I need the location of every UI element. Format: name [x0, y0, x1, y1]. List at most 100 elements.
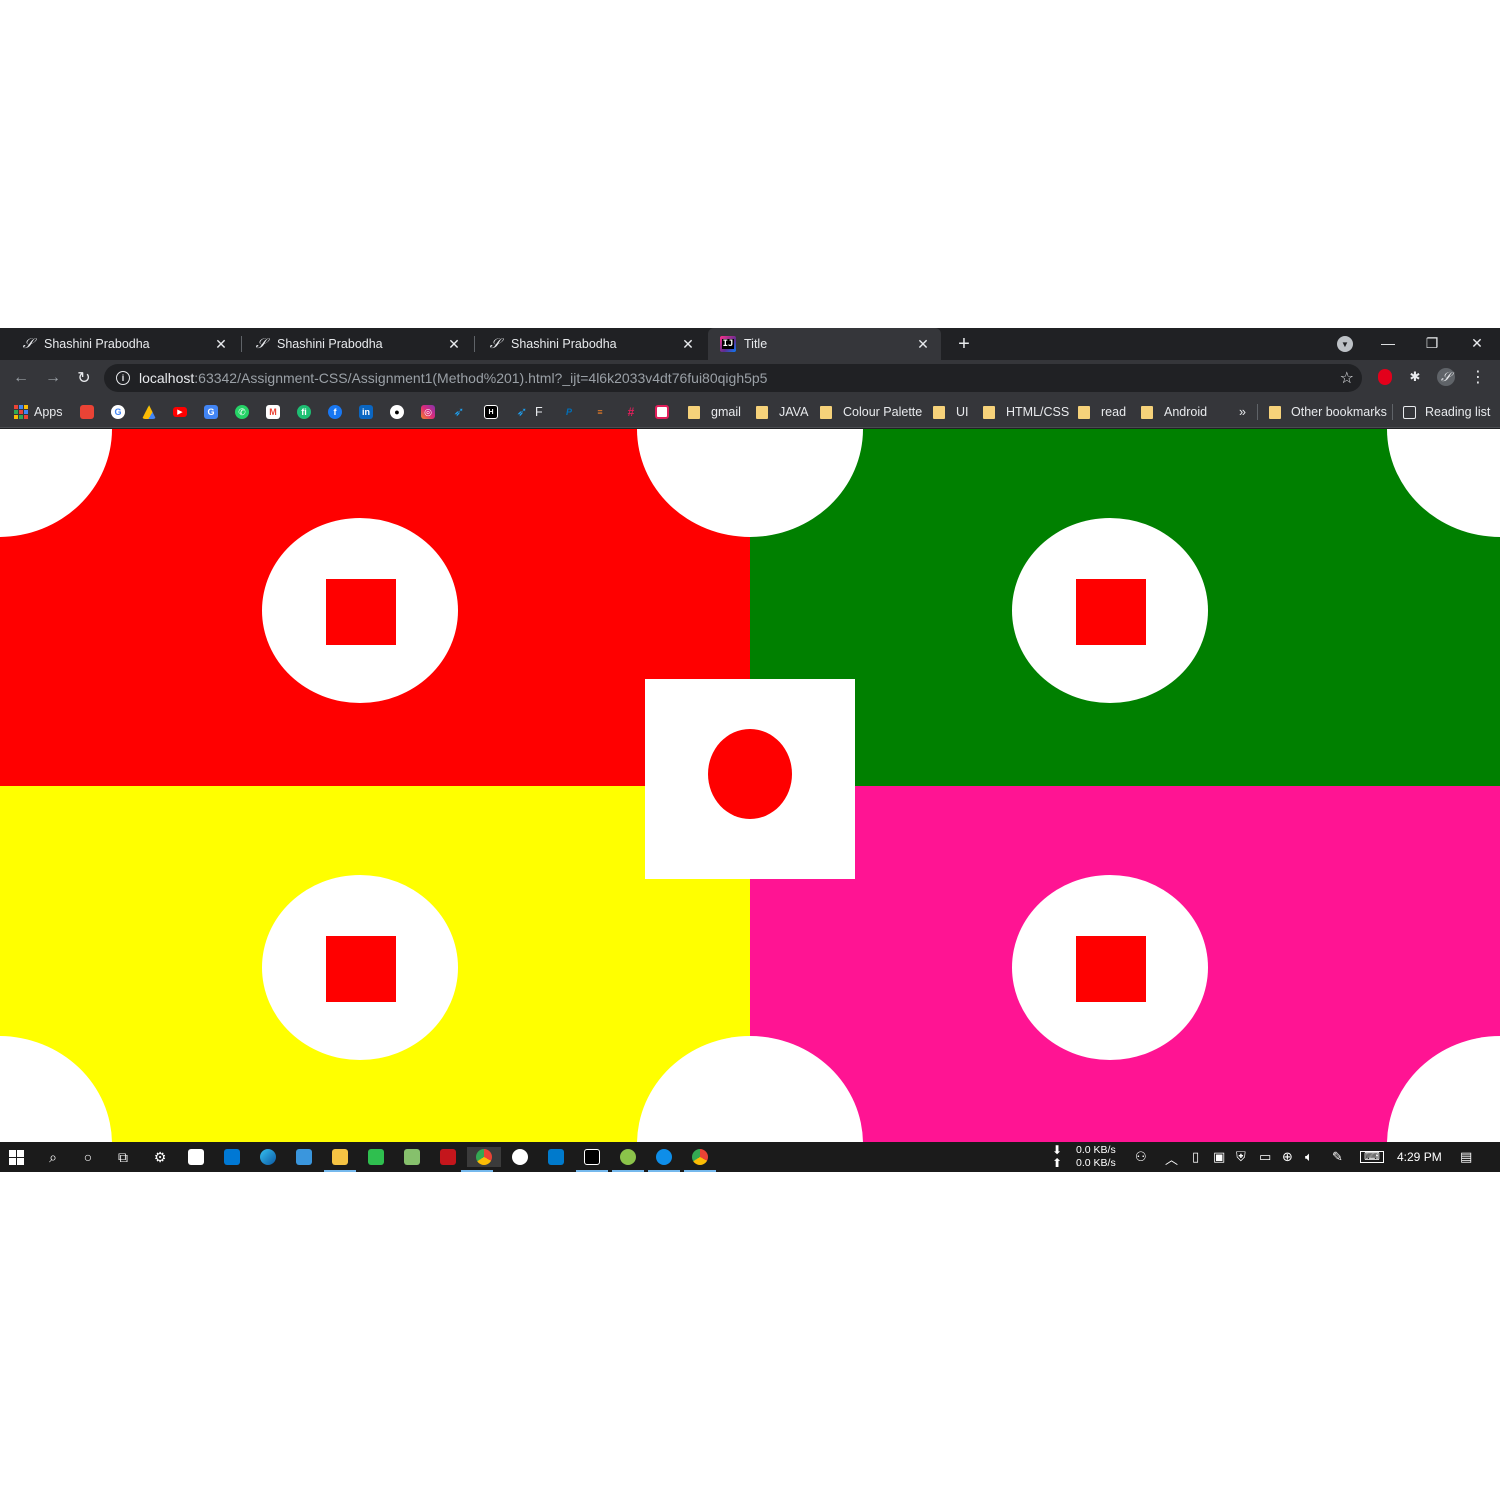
bookmark-hackerrank[interactable]: H — [484, 403, 504, 421]
menu-kebab-icon[interactable]: ⋮ — [1469, 368, 1487, 386]
bookmark-whatsapp[interactable]: ✆ — [235, 403, 255, 421]
teamviewer-icon[interactable] — [648, 1147, 680, 1172]
intellij-icon[interactable] — [576, 1147, 608, 1172]
twitter-icon: ➶ — [453, 404, 465, 419]
bookmark-folder-read[interactable]: read — [1078, 403, 1126, 421]
slack-icon: # — [627, 405, 635, 419]
tab-title-active[interactable]: IJ Title ✕ — [708, 328, 941, 360]
google-translate-icon: G — [204, 405, 218, 419]
bookmark-f[interactable]: ➶ F — [515, 403, 543, 421]
close-icon[interactable]: ✕ — [680, 336, 696, 352]
new-tab-button[interactable]: + — [952, 332, 976, 356]
tab-search-icon[interactable]: ▼ — [1337, 336, 1353, 352]
bookmark-google[interactable]: G — [111, 403, 131, 421]
bookmark-translate[interactable]: G — [204, 403, 224, 421]
vscode-icon[interactable] — [546, 1147, 566, 1167]
app-white-icon[interactable] — [510, 1147, 530, 1167]
app-icon[interactable] — [294, 1147, 314, 1167]
meet-icon[interactable]: ▣ — [1213, 1149, 1225, 1165]
address-bar[interactable]: i localhost:63342/Assignment-CSS/Assignm… — [104, 364, 1362, 392]
bookmark-stackoverflow[interactable]: ≡ — [593, 403, 613, 421]
app-green-icon[interactable] — [366, 1147, 386, 1167]
minimize-button[interactable]: — — [1366, 328, 1410, 358]
bookmark-drive[interactable] — [142, 403, 162, 421]
chrome-alt-icon[interactable] — [684, 1147, 716, 1172]
chrome-icon[interactable] — [461, 1147, 501, 1172]
mail-icon[interactable] — [222, 1147, 242, 1167]
bookmark-twitter[interactable]: ➶ — [452, 403, 472, 421]
notepad-icon[interactable] — [402, 1147, 422, 1167]
profile-avatar-icon[interactable]: 𝒮 — [1437, 368, 1455, 386]
white-circle — [262, 518, 458, 703]
bookmark-folder-html-css[interactable]: HTML/CSS — [983, 403, 1069, 421]
url-text[interactable]: localhost:63342/Assignment-CSS/Assignmen… — [139, 370, 767, 386]
restore-button[interactable]: ❐ — [1410, 328, 1454, 358]
facebook-icon: f — [328, 405, 342, 419]
edge-icon[interactable] — [258, 1147, 278, 1167]
store-icon[interactable] — [186, 1147, 206, 1167]
info-icon[interactable]: i — [116, 371, 130, 385]
people-icon[interactable]: ⚇ — [1135, 1149, 1147, 1165]
bookmark-paypal[interactable]: P — [562, 403, 582, 421]
linkedin-icon: in — [359, 405, 373, 419]
bookmark-github[interactable]: ● — [390, 403, 410, 421]
url-path: :63342/Assignment-CSS/Assignment1(Method… — [194, 370, 768, 386]
bookmark-folder-java[interactable]: JAVA — [756, 403, 808, 421]
bookmark-youtube[interactable]: ▶ — [173, 403, 193, 421]
task-view-icon[interactable]: ⧉ — [113, 1147, 133, 1167]
bookmark-apps[interactable]: Apps — [14, 403, 63, 421]
reload-button[interactable]: ↻ — [72, 366, 96, 390]
reading-list-icon — [1403, 405, 1416, 419]
bookmark-instagram[interactable]: ◎ — [421, 403, 441, 421]
bookmark-misc[interactable] — [655, 403, 675, 421]
close-icon[interactable]: ✕ — [446, 336, 462, 352]
bookmarks-overflow-button[interactable]: » — [1239, 403, 1246, 421]
windows-taskbar: ⌕ ○ ⧉ ⚙ ⬇ ⬆ 0.0 KB/s 0.0 KB/s ⚇ ︿ ▯ ▣ ⛨ ▭… — [0, 1142, 1500, 1172]
settings-gear-icon[interactable]: ⚙ — [150, 1147, 170, 1167]
pen-icon[interactable]: ✎ — [1332, 1149, 1343, 1165]
tab-shashini-2[interactable]: 𝒮 Shashini Prabodha ✕ — [233, 328, 466, 360]
bookmark-gmail[interactable]: M — [266, 403, 286, 421]
bookmark-slack[interactable]: # — [624, 403, 644, 421]
globe-icon[interactable]: ⊕ — [1282, 1149, 1293, 1165]
bookmark-folder-ui[interactable]: UI — [933, 403, 969, 421]
bookmark-other[interactable]: Other bookmarks — [1269, 403, 1387, 421]
windows-start-icon[interactable] — [6, 1147, 26, 1167]
bookmark-facebook[interactable]: f — [328, 403, 348, 421]
bookmark-star-icon[interactable]: ☆ — [1340, 368, 1354, 388]
shashini-favicon-icon: 𝒮 — [22, 336, 34, 352]
usb-icon[interactable]: ▯ — [1192, 1149, 1199, 1165]
clock[interactable]: 4:29 PM — [1397, 1150, 1442, 1164]
center-white-box — [645, 679, 855, 879]
adblock-extension-icon[interactable] — [1376, 368, 1394, 386]
notifications-icon[interactable]: ▤ — [1460, 1149, 1472, 1165]
shield-icon[interactable]: ⛨ — [1236, 1149, 1246, 1165]
extensions-puzzle-icon[interactable]: ✱ — [1406, 368, 1424, 386]
bookmark-label: Apps — [34, 405, 63, 419]
tab-shashini-3[interactable]: 𝒮 Shashini Prabodha ✕ — [467, 328, 700, 360]
tab-title: Shashini Prabodha — [277, 337, 383, 351]
bookmark-folder-gmail[interactable]: gmail — [688, 403, 741, 421]
bookmark-drive-files[interactable] — [80, 403, 100, 421]
tab-shashini-1[interactable]: 𝒮 Shashini Prabodha ✕ — [0, 328, 233, 360]
search-icon[interactable]: ⌕ — [43, 1147, 63, 1167]
bookmark-folder-android[interactable]: Android — [1141, 403, 1207, 421]
close-icon[interactable]: ✕ — [213, 336, 229, 352]
file-explorer-icon[interactable] — [324, 1147, 356, 1172]
back-button[interactable]: ← — [9, 366, 33, 390]
bookmark-fiverr[interactable]: fi — [297, 403, 317, 421]
chevron-up-icon[interactable]: ︿ — [1165, 1149, 1178, 1168]
app-red-icon[interactable] — [438, 1147, 458, 1167]
network-arrows-icon: ⬇ ⬆ — [1052, 1143, 1063, 1170]
cortana-icon[interactable]: ○ — [78, 1147, 98, 1167]
forward-button[interactable]: → — [41, 366, 65, 390]
close-window-button[interactable]: ✕ — [1455, 328, 1499, 358]
volume-muted-icon[interactable]: 🔈︎ — [1305, 1149, 1313, 1165]
keyboard-icon[interactable]: ⌨ — [1360, 1151, 1384, 1163]
bookmark-folder-colour-palette[interactable]: Colour Palette — [820, 403, 922, 421]
reading-list-button[interactable]: Reading list — [1403, 403, 1490, 421]
app-lime-icon[interactable] — [612, 1147, 644, 1172]
battery-icon[interactable]: ▭ — [1259, 1149, 1271, 1165]
close-icon[interactable]: ✕ — [915, 336, 931, 352]
bookmark-linkedin[interactable]: in — [359, 403, 379, 421]
